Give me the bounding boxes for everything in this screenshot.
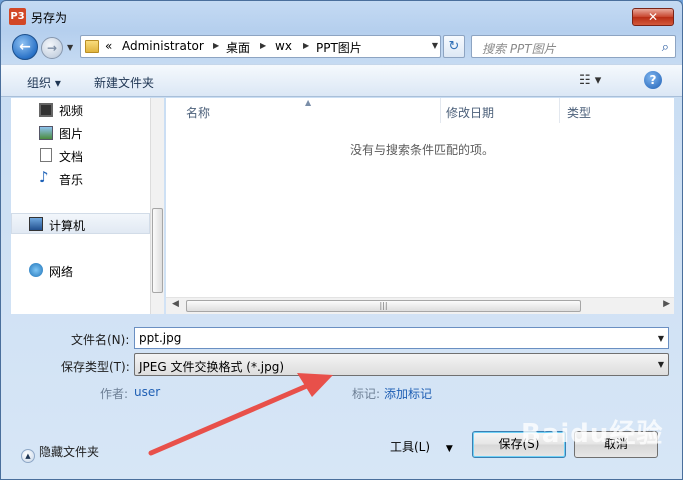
search-input[interactable]: 搜索 PPT图片 ⌕ bbox=[471, 35, 676, 58]
tools-button[interactable]: 工具(L) ▼ bbox=[390, 438, 453, 455]
sidebar-item-video[interactable]: 视频 bbox=[59, 102, 83, 119]
filename-label: 文件名(N): bbox=[71, 333, 130, 347]
window-title: 另存为 bbox=[31, 11, 68, 25]
address-dropdown-icon[interactable]: ▼ bbox=[432, 41, 438, 50]
forward-button[interactable]: → bbox=[41, 37, 63, 59]
column-divider[interactable] bbox=[559, 98, 560, 123]
chevron-right-icon[interactable]: ▶ bbox=[213, 41, 219, 50]
breadcrumb-administrator[interactable]: Administrator bbox=[122, 39, 204, 53]
refresh-button[interactable]: ↻ bbox=[443, 35, 465, 58]
back-button[interactable]: ← bbox=[12, 34, 38, 60]
help-icon[interactable]: ? bbox=[644, 71, 662, 89]
filetype-select[interactable]: JPEG 文件交换格式 (*.jpg) ▼ bbox=[134, 353, 669, 376]
address-bar[interactable]: « Administrator ▶ 桌面 ▶ wx ▶ PPT图片 ▼ bbox=[80, 35, 441, 58]
hide-folders-button[interactable]: ▲ 隐藏文件夹 bbox=[21, 443, 99, 463]
new-folder-button[interactable]: 新建文件夹 bbox=[94, 74, 154, 91]
sidebar-item-pictures[interactable]: 图片 bbox=[59, 125, 83, 142]
chevron-down-icon: ▼ bbox=[445, 444, 453, 454]
sidebar-scrollbar[interactable] bbox=[150, 98, 164, 314]
scroll-right-icon[interactable]: ▶ bbox=[663, 299, 670, 309]
navigation-pane: 视频 图片 文档 ♪ 音乐 计算机 网络 bbox=[11, 98, 164, 314]
breadcrumb-wx[interactable]: wx bbox=[275, 39, 292, 53]
sidebar-item-documents[interactable]: 文档 bbox=[59, 148, 83, 165]
chevron-right-icon[interactable]: ▶ bbox=[303, 41, 309, 50]
sort-ascending-icon: ▲ bbox=[305, 98, 312, 107]
command-bar: 组织 ▾ 新建文件夹 ☷ ▾ ? bbox=[1, 64, 682, 97]
chevron-right-icon[interactable]: ▶ bbox=[260, 41, 266, 50]
video-icon bbox=[39, 103, 53, 117]
breadcrumb-overflow[interactable]: « bbox=[105, 39, 112, 53]
filename-input[interactable]: ppt.jpg ▼ bbox=[134, 327, 669, 349]
horizontal-scroll-thumb[interactable]: ||| bbox=[186, 300, 581, 312]
column-header-date[interactable]: 修改日期 bbox=[446, 104, 494, 121]
pictures-icon bbox=[39, 126, 53, 140]
network-icon bbox=[29, 263, 43, 277]
search-placeholder: 搜索 PPT图片 bbox=[482, 42, 556, 56]
hide-folders-label: 隐藏文件夹 bbox=[39, 445, 100, 459]
file-list: ▲ 名称 修改日期 类型 没有与搜索条件匹配的项。 ◀ ||| ▶ bbox=[166, 98, 674, 314]
close-button[interactable]: ✕ bbox=[632, 8, 674, 26]
folder-icon bbox=[85, 40, 99, 53]
sidebar-scroll-thumb[interactable] bbox=[152, 208, 163, 293]
sidebar-item-computer[interactable]: 计算机 bbox=[49, 217, 85, 234]
history-dropdown-icon[interactable]: ▼ bbox=[67, 43, 73, 52]
title-bar: P3 另存为 ✕ bbox=[1, 1, 682, 31]
tools-label: 工具(L) bbox=[390, 440, 431, 454]
author-field[interactable]: user bbox=[134, 385, 160, 399]
sidebar-item-network[interactable]: 网络 bbox=[49, 263, 73, 280]
scroll-left-icon[interactable]: ◀ bbox=[172, 299, 179, 309]
search-icon[interactable]: ⌕ bbox=[662, 40, 669, 55]
tags-field[interactable]: 添加标记 bbox=[384, 385, 432, 402]
author-label: 作者: bbox=[100, 387, 129, 401]
horizontal-scrollbar[interactable]: ◀ ||| ▶ bbox=[166, 297, 674, 314]
tags-label: 标记: bbox=[352, 387, 381, 401]
column-header-type[interactable]: 类型 bbox=[567, 104, 591, 121]
chevron-down-icon[interactable]: ▼ bbox=[658, 334, 664, 343]
music-icon: ♪ bbox=[39, 168, 49, 186]
breadcrumb-ppt-images[interactable]: PPT图片 bbox=[316, 39, 362, 56]
back-arrow-icon: ← bbox=[19, 39, 31, 55]
sidebar-item-music[interactable]: 音乐 bbox=[59, 171, 83, 188]
watermark: Baidu经验 bbox=[521, 419, 664, 449]
filetype-label: 保存类型(T): bbox=[61, 360, 130, 374]
chevron-down-icon[interactable]: ▼ bbox=[658, 360, 664, 369]
documents-icon bbox=[40, 148, 52, 162]
empty-results-message: 没有与搜索条件匹配的项。 bbox=[350, 143, 495, 157]
filename-value: ppt.jpg bbox=[139, 331, 182, 345]
organize-button[interactable]: 组织 ▾ bbox=[27, 74, 61, 91]
column-divider[interactable] bbox=[440, 98, 441, 123]
collapse-icon: ▲ bbox=[21, 449, 35, 463]
refresh-icon: ↻ bbox=[448, 39, 460, 54]
column-header-name[interactable]: 名称 bbox=[186, 104, 210, 121]
filetype-value: JPEG 文件交换格式 (*.jpg) bbox=[139, 360, 285, 374]
forward-arrow-icon: → bbox=[46, 41, 58, 55]
breadcrumb-desktop[interactable]: 桌面 bbox=[226, 39, 250, 56]
view-options-button[interactable]: ☷ ▾ bbox=[579, 73, 601, 88]
save-as-dialog: P3 另存为 ✕ ← → ▼ « Administrator ▶ 桌面 ▶ wx… bbox=[0, 0, 683, 480]
powerpoint-icon: P3 bbox=[9, 8, 26, 25]
computer-icon bbox=[29, 217, 43, 231]
